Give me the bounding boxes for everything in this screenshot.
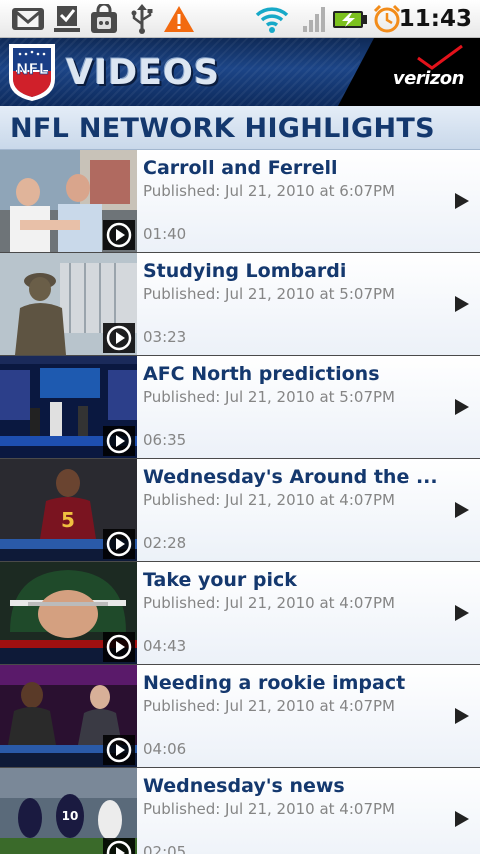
video-list-item[interactable]: 5 Wednesday's Around the ... Published: … <box>0 459 480 562</box>
warning-icon <box>164 6 194 32</box>
video-list-item[interactable]: AFC North predictions Published: Jul 21,… <box>0 356 480 459</box>
video-list-item[interactable]: Needing a rookie impact Published: Jul 2… <box>0 665 480 768</box>
play-icon[interactable] <box>103 529 135 559</box>
video-published-date: Published: Jul 21, 2010 at 4:07PM <box>143 697 395 715</box>
video-duration: 04:43 <box>143 637 187 655</box>
video-title: Studying Lombardi <box>143 260 347 282</box>
play-icon[interactable] <box>103 838 135 854</box>
play-icon[interactable] <box>103 632 135 662</box>
video-thumbnail[interactable] <box>0 150 137 252</box>
gmail-icon <box>12 8 44 30</box>
video-thumbnail[interactable] <box>0 562 137 664</box>
video-published-date: Published: Jul 21, 2010 at 5:07PM <box>143 285 395 303</box>
wifi-icon <box>255 7 289 33</box>
chevron-right-icon[interactable] <box>454 295 470 313</box>
video-title: Carroll and Ferrell <box>143 157 338 179</box>
section-title: NFL NETWORK HIGHLIGHTS <box>10 113 435 144</box>
app-header: NFL VIDEOS verizon <box>0 38 480 106</box>
signal-icon <box>303 7 325 32</box>
video-title: Wednesday's Around the ... <box>143 466 438 488</box>
video-title: Wednesday's news <box>143 775 345 797</box>
video-thumbnail[interactable]: 10 <box>0 768 137 854</box>
video-list-item[interactable]: Take your pick Published: Jul 21, 2010 a… <box>0 562 480 665</box>
nfl-shield-logo[interactable]: NFL <box>6 41 58 103</box>
battery-charging-icon <box>333 11 367 28</box>
logo-text: NFL <box>16 60 49 78</box>
video-published-date: Published: Jul 21, 2010 at 6:07PM <box>143 182 395 200</box>
video-title: AFC North predictions <box>143 363 380 385</box>
play-icon[interactable] <box>103 220 135 250</box>
video-list-item[interactable]: Carroll and Ferrell Published: Jul 21, 2… <box>0 150 480 253</box>
video-title: Needing a rookie impact <box>143 672 406 694</box>
video-list-item[interactable]: 10 Wednesday's news Published: Jul 21, 2… <box>0 768 480 854</box>
video-published-date: Published: Jul 21, 2010 at 4:07PM <box>143 800 395 818</box>
video-published-date: Published: Jul 21, 2010 at 4:07PM <box>143 491 395 509</box>
video-published-date: Published: Jul 21, 2010 at 4:07PM <box>143 594 395 612</box>
video-duration: 04:06 <box>143 740 187 758</box>
video-duration: 02:05 <box>143 843 187 854</box>
chevron-right-icon[interactable] <box>454 707 470 725</box>
video-duration: 03:23 <box>143 328 187 346</box>
video-thumbnail[interactable] <box>0 253 137 355</box>
svg-text:5: 5 <box>61 508 75 532</box>
usb-icon <box>131 4 153 34</box>
video-list-item[interactable]: Studying Lombardi Published: Jul 21, 201… <box>0 253 480 356</box>
video-title: Take your pick <box>143 569 297 591</box>
section-header: NFL NETWORK HIGHLIGHTS <box>0 106 480 150</box>
video-thumbnail[interactable] <box>0 356 137 458</box>
chevron-right-icon[interactable] <box>454 604 470 622</box>
alarm-clock-icon <box>373 4 401 33</box>
download-done-icon <box>54 6 80 32</box>
video-thumbnail[interactable] <box>0 665 137 767</box>
play-icon[interactable] <box>103 735 135 765</box>
chevron-right-icon[interactable] <box>454 810 470 828</box>
market-bag-icon <box>91 4 117 33</box>
video-thumbnail[interactable]: 5 <box>0 459 137 561</box>
sponsor-logo-text: verizon <box>392 68 465 89</box>
app-title: VIDEOS <box>66 53 221 93</box>
status-bar: 11:43 <box>0 0 480 38</box>
play-icon[interactable] <box>103 323 135 353</box>
video-list[interactable]: Carroll and Ferrell Published: Jul 21, 2… <box>0 150 480 854</box>
chevron-right-icon[interactable] <box>454 192 470 210</box>
chevron-right-icon[interactable] <box>454 398 470 416</box>
video-published-date: Published: Jul 21, 2010 at 5:07PM <box>143 388 395 406</box>
clock-time: 11:43 <box>398 6 472 32</box>
chevron-right-icon[interactable] <box>454 501 470 519</box>
svg-text:10: 10 <box>62 809 79 823</box>
video-duration: 02:28 <box>143 534 187 552</box>
video-duration: 01:40 <box>143 225 187 243</box>
play-icon[interactable] <box>103 426 135 456</box>
video-duration: 06:35 <box>143 431 187 449</box>
